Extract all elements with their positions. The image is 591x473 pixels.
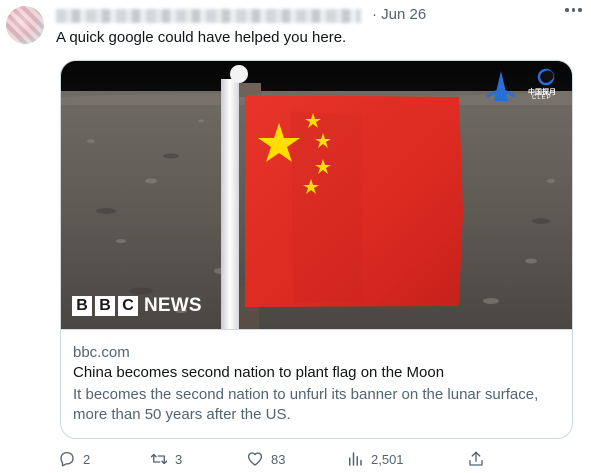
like-count: 83	[271, 451, 286, 467]
card-headline: China becomes second nation to plant fla…	[73, 364, 445, 381]
card-description: It becomes the second nation to unfurl i…	[73, 386, 539, 423]
like-button[interactable]: 83	[246, 450, 285, 468]
action-bar: 2 3 83 2,501	[56, 450, 576, 470]
share-icon	[469, 451, 483, 466]
reply-button[interactable]: 2	[58, 450, 90, 468]
repost-icon	[150, 453, 168, 465]
avatar[interactable]	[6, 6, 44, 44]
bbc-news-logo: B B C NEWS	[72, 295, 202, 317]
share-button[interactable]	[467, 450, 485, 468]
repost-button[interactable]: 3	[150, 450, 182, 468]
link-card[interactable]: 中国探月 CLEP B B C NEWS bbc.com China becom…	[60, 60, 573, 439]
card-image[interactable]: 中国探月 CLEP B B C NEWS	[61, 61, 572, 329]
repost-count: 3	[175, 451, 183, 467]
tweet-timestamp[interactable]: · Jun 26	[372, 6, 426, 23]
views-count: 2,501	[371, 451, 404, 467]
tweet-text: A quick google could have helped you her…	[56, 29, 347, 46]
clep-logo: 中国探月 CLEP	[484, 67, 564, 105]
like-icon	[247, 452, 263, 466]
card-domain: bbc.com	[73, 344, 130, 361]
reply-icon	[60, 451, 74, 467]
views-button[interactable]: 2,501	[346, 450, 404, 468]
tweet-header: · Jun 26	[56, 6, 556, 24]
reply-count: 2	[83, 451, 91, 467]
views-icon	[349, 452, 362, 466]
author-name-blurred[interactable]	[56, 9, 361, 23]
more-icon[interactable]	[565, 6, 585, 14]
card-text[interactable]: bbc.com China becomes second nation to p…	[61, 329, 572, 438]
